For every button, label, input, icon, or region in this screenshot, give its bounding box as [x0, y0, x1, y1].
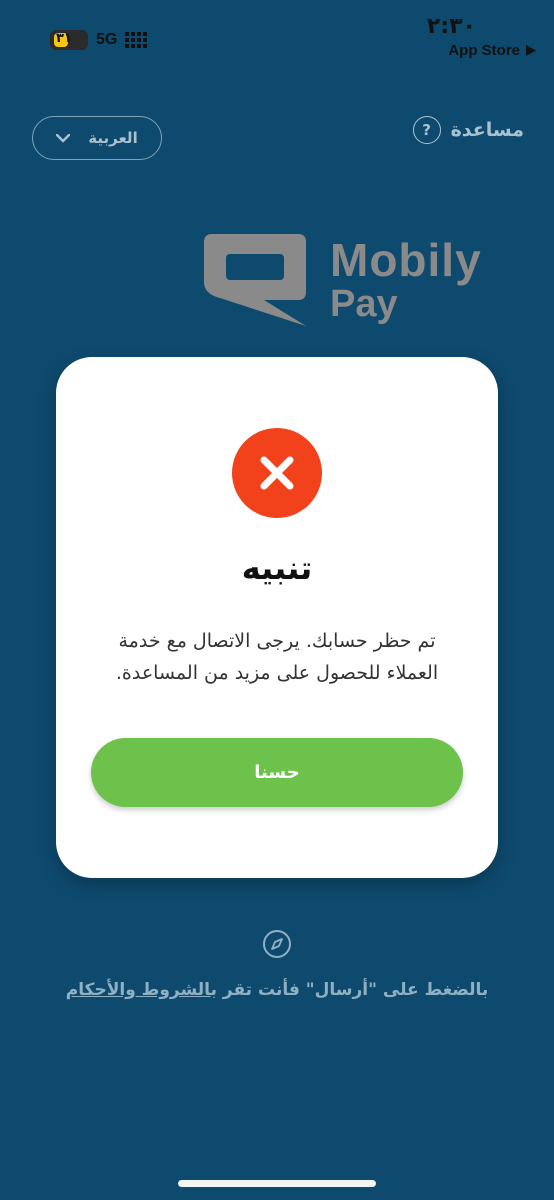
- status-time: ٢:٣٠: [426, 14, 476, 39]
- mobily-logo-mark: [204, 234, 306, 326]
- logo-text: Mobily Pay: [330, 237, 482, 323]
- logo-brand-line1: Mobily: [330, 234, 482, 286]
- terms-link[interactable]: الشروط والأحكام: [66, 980, 211, 1000]
- close-circle-icon: [232, 428, 322, 518]
- back-label: App Store: [448, 42, 520, 59]
- play-arrow-icon: [526, 45, 536, 56]
- help-label: مساعدة: [450, 119, 524, 141]
- app-screen: ٣١ 5G ٢:٣٠ App Store العربية ? مساعدة Mo…: [0, 0, 554, 1200]
- chevron-down-icon: [56, 133, 71, 143]
- battery-level: ٣١: [56, 31, 72, 46]
- language-selector[interactable]: العربية: [32, 116, 162, 160]
- question-circle-icon: ?: [412, 116, 441, 144]
- terms-text: بالضغط على "أرسال" فأنت تقر بالشروط والأ…: [40, 980, 514, 1000]
- network-type: 5G: [96, 31, 118, 48]
- ok-button[interactable]: حسنا: [91, 738, 463, 807]
- status-left: ٣١ 5G: [50, 30, 148, 50]
- language-label: العربية: [88, 129, 138, 147]
- dialog-message: تم حظر حسابك. يرجى الاتصال مع خدمة العمل…: [115, 630, 439, 684]
- help-button[interactable]: ? مساعدة: [412, 116, 524, 144]
- back-to-app-store[interactable]: App Store: [448, 42, 536, 59]
- alert-dialog: تنبيه تم حظر حسابك. يرجى الاتصال مع خدمة…: [56, 357, 498, 878]
- terms-prefix: بالضغط على "أرسال" فأنت تقر ب: [210, 980, 489, 1000]
- signal-icon: [125, 32, 148, 48]
- dialog-title: تنبيه: [241, 549, 313, 587]
- mobily-pay-logo: Mobily Pay: [202, 232, 482, 328]
- home-indicator[interactable]: [178, 1180, 376, 1187]
- compass-icon: [263, 930, 291, 958]
- battery-icon: ٣١: [50, 30, 88, 50]
- logo-brand-line2: Pay: [330, 283, 398, 325]
